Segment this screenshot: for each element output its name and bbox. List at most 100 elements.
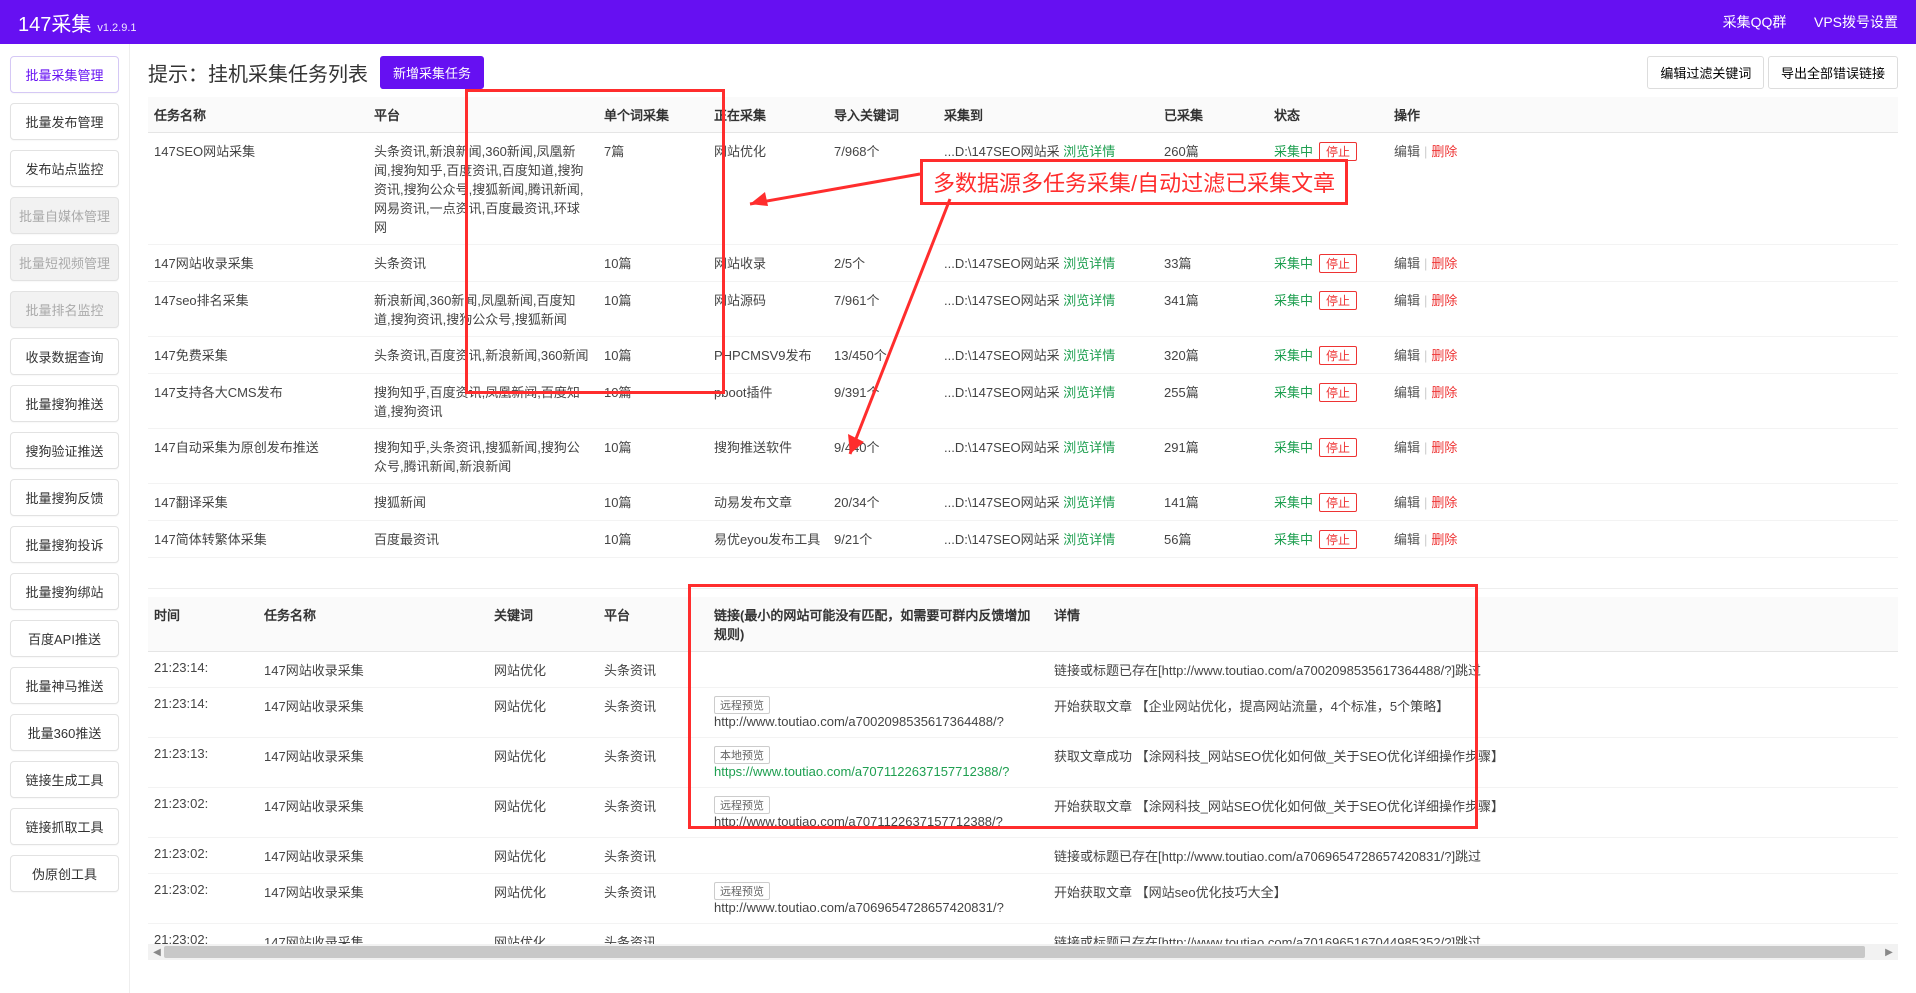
scroll-right-icon[interactable]: ▶ <box>1882 945 1896 959</box>
th-time: 时间 <box>148 597 258 652</box>
edit-link[interactable]: 编辑 <box>1394 440 1420 455</box>
app-version: v1.2.9.1 <box>97 22 136 34</box>
log-section: 时间 任务名称 关键词 平台 链接(最小的网站可能没有匹配，如需要可群内反馈增加… <box>148 588 1898 960</box>
log-url: http://www.toutiao.com/a7002098535617364… <box>714 714 1004 729</box>
delete-link[interactable]: 删除 <box>1431 348 1457 363</box>
delete-link[interactable]: 删除 <box>1431 495 1457 510</box>
app-brand: 147采集 v1.2.9.1 <box>18 8 137 37</box>
view-detail-link[interactable]: 浏览详情 <box>1063 256 1115 271</box>
cell-ops: 编辑|删除 <box>1388 429 1898 484</box>
cell-status: 采集中停止 <box>1268 282 1388 337</box>
edit-link[interactable]: 编辑 <box>1394 495 1420 510</box>
sidebar-item-6[interactable]: 收录数据查询 <box>10 338 119 375</box>
delete-link[interactable]: 删除 <box>1431 440 1457 455</box>
sidebar-item-13[interactable]: 批量神马推送 <box>10 667 119 704</box>
log-row: 21:23:14:147网站收录采集网站优化头条资讯远程预览http://www… <box>148 688 1898 738</box>
cell-kw: 2/5个 <box>828 245 938 282</box>
sidebar-item-11[interactable]: 批量搜狗绑站 <box>10 573 119 610</box>
cell-platform: 头条资讯 <box>598 652 708 688</box>
th-single: 单个词采集 <box>598 97 708 133</box>
table-row: 147网站收录采集头条资讯10篇网站收录2/5个...D:\147SEO网站采 … <box>148 245 1898 282</box>
tasks-table: 任务名称 平台 单个词采集 正在采集 导入关键词 采集到 已采集 状态 操作 1… <box>148 97 1898 558</box>
cell-name: 147seo排名采集 <box>148 282 368 337</box>
view-detail-link[interactable]: 浏览详情 <box>1063 293 1115 308</box>
export-error-links-button[interactable]: 导出全部错误链接 <box>1768 56 1898 89</box>
edit-link[interactable]: 编辑 <box>1394 532 1420 547</box>
cell-link: 远程预览http://www.toutiao.com/a707112263715… <box>708 788 1048 838</box>
link-vps-settings[interactable]: VPS拨号设置 <box>1814 14 1898 30</box>
view-detail-link[interactable]: 浏览详情 <box>1063 385 1115 400</box>
remote-preview-tag[interactable]: 远程预览 <box>714 696 770 714</box>
cell-keyword: 网站优化 <box>488 652 598 688</box>
cell-detail: 链接或标题已存在[http://www.toutiao.com/a7069654… <box>1048 838 1898 874</box>
view-detail-link[interactable]: 浏览详情 <box>1063 440 1115 455</box>
sidebar-item-8[interactable]: 搜狗验证推送 <box>10 432 119 469</box>
sidebar-item-15[interactable]: 链接生成工具 <box>10 761 119 798</box>
view-detail-link[interactable]: 浏览详情 <box>1063 144 1115 159</box>
sidebar-item-0[interactable]: 批量采集管理 <box>10 56 119 93</box>
stop-button[interactable]: 停止 <box>1319 291 1357 310</box>
sidebar-item-17[interactable]: 伪原创工具 <box>10 855 119 892</box>
sidebar: 批量采集管理批量发布管理发布站点监控批量自媒体管理批量短视频管理批量排名监控收录… <box>0 44 130 993</box>
link-qq-group[interactable]: 采集QQ群 <box>1723 14 1787 30</box>
page-title: 提示：挂机采集任务列表 <box>148 58 368 87</box>
view-detail-link[interactable]: 浏览详情 <box>1063 532 1115 547</box>
log-table: 时间 任务名称 关键词 平台 链接(最小的网站可能没有匹配，如需要可群内反馈增加… <box>148 597 1898 960</box>
th-ops: 操作 <box>1388 97 1898 133</box>
th-keyword: 关键词 <box>488 597 598 652</box>
edit-link[interactable]: 编辑 <box>1394 348 1420 363</box>
sidebar-item-10[interactable]: 批量搜狗投诉 <box>10 526 119 563</box>
sidebar-item-2[interactable]: 发布站点监控 <box>10 150 119 187</box>
delete-link[interactable]: 删除 <box>1431 256 1457 271</box>
cell-platform: 头条资讯 <box>368 245 598 282</box>
cell-collecting: 网站源码 <box>708 282 828 337</box>
table-row: 147翻译采集搜狐新闻10篇动易发布文章20/34个...D:\147SEO网站… <box>148 484 1898 521</box>
edit-link[interactable]: 编辑 <box>1394 385 1420 400</box>
new-task-button[interactable]: 新增采集任务 <box>380 56 484 89</box>
cell-platform: 百度最资讯 <box>368 521 598 558</box>
sidebar-item-12[interactable]: 百度API推送 <box>10 620 119 657</box>
delete-link[interactable]: 删除 <box>1431 532 1457 547</box>
th-save-to: 采集到 <box>938 97 1158 133</box>
sidebar-item-1[interactable]: 批量发布管理 <box>10 103 119 140</box>
log-row: 21:23:02:147网站收录采集网站优化头条资讯链接或标题已存在[http:… <box>148 838 1898 874</box>
sidebar-item-14[interactable]: 批量360推送 <box>10 714 119 751</box>
cell-kw: 13/450个 <box>828 337 938 374</box>
cell-kw: 7/961个 <box>828 282 938 337</box>
remote-preview-tag[interactable]: 远程预览 <box>714 796 770 814</box>
local-preview-tag[interactable]: 本地预览 <box>714 746 770 764</box>
cell-single: 10篇 <box>598 521 708 558</box>
stop-button[interactable]: 停止 <box>1319 493 1357 512</box>
cell-collected: 291篇 <box>1158 429 1268 484</box>
edit-link[interactable]: 编辑 <box>1394 144 1420 159</box>
edit-link[interactable]: 编辑 <box>1394 293 1420 308</box>
cell-ops: 编辑|删除 <box>1388 484 1898 521</box>
cell-keyword: 网站优化 <box>488 688 598 738</box>
view-detail-link[interactable]: 浏览详情 <box>1063 348 1115 363</box>
delete-link[interactable]: 删除 <box>1431 144 1457 159</box>
cell-time: 21:23:14: <box>148 652 258 688</box>
cell-name: 147网站收录采集 <box>148 245 368 282</box>
stop-button[interactable]: 停止 <box>1319 254 1357 273</box>
stop-button[interactable]: 停止 <box>1319 438 1357 457</box>
delete-link[interactable]: 删除 <box>1431 293 1457 308</box>
horizontal-scrollbar[interactable]: ◀ ▶ <box>148 944 1898 960</box>
stop-button[interactable]: 停止 <box>1319 383 1357 402</box>
cell-single: 10篇 <box>598 337 708 374</box>
th-import-kw: 导入关键词 <box>828 97 938 133</box>
th-platform: 平台 <box>598 597 708 652</box>
topbar-right: 采集QQ群 VPS拨号设置 <box>1699 12 1898 32</box>
remote-preview-tag[interactable]: 远程预览 <box>714 882 770 900</box>
stop-button[interactable]: 停止 <box>1319 530 1357 549</box>
delete-link[interactable]: 删除 <box>1431 385 1457 400</box>
scroll-left-icon[interactable]: ◀ <box>150 945 164 959</box>
sidebar-item-9[interactable]: 批量搜狗反馈 <box>10 479 119 516</box>
view-detail-link[interactable]: 浏览详情 <box>1063 495 1115 510</box>
sidebar-item-7[interactable]: 批量搜狗推送 <box>10 385 119 422</box>
cell-single: 10篇 <box>598 374 708 429</box>
edit-filter-keywords-button[interactable]: 编辑过滤关键词 <box>1647 56 1764 89</box>
stop-button[interactable]: 停止 <box>1319 142 1357 161</box>
stop-button[interactable]: 停止 <box>1319 346 1357 365</box>
sidebar-item-16[interactable]: 链接抓取工具 <box>10 808 119 845</box>
edit-link[interactable]: 编辑 <box>1394 256 1420 271</box>
